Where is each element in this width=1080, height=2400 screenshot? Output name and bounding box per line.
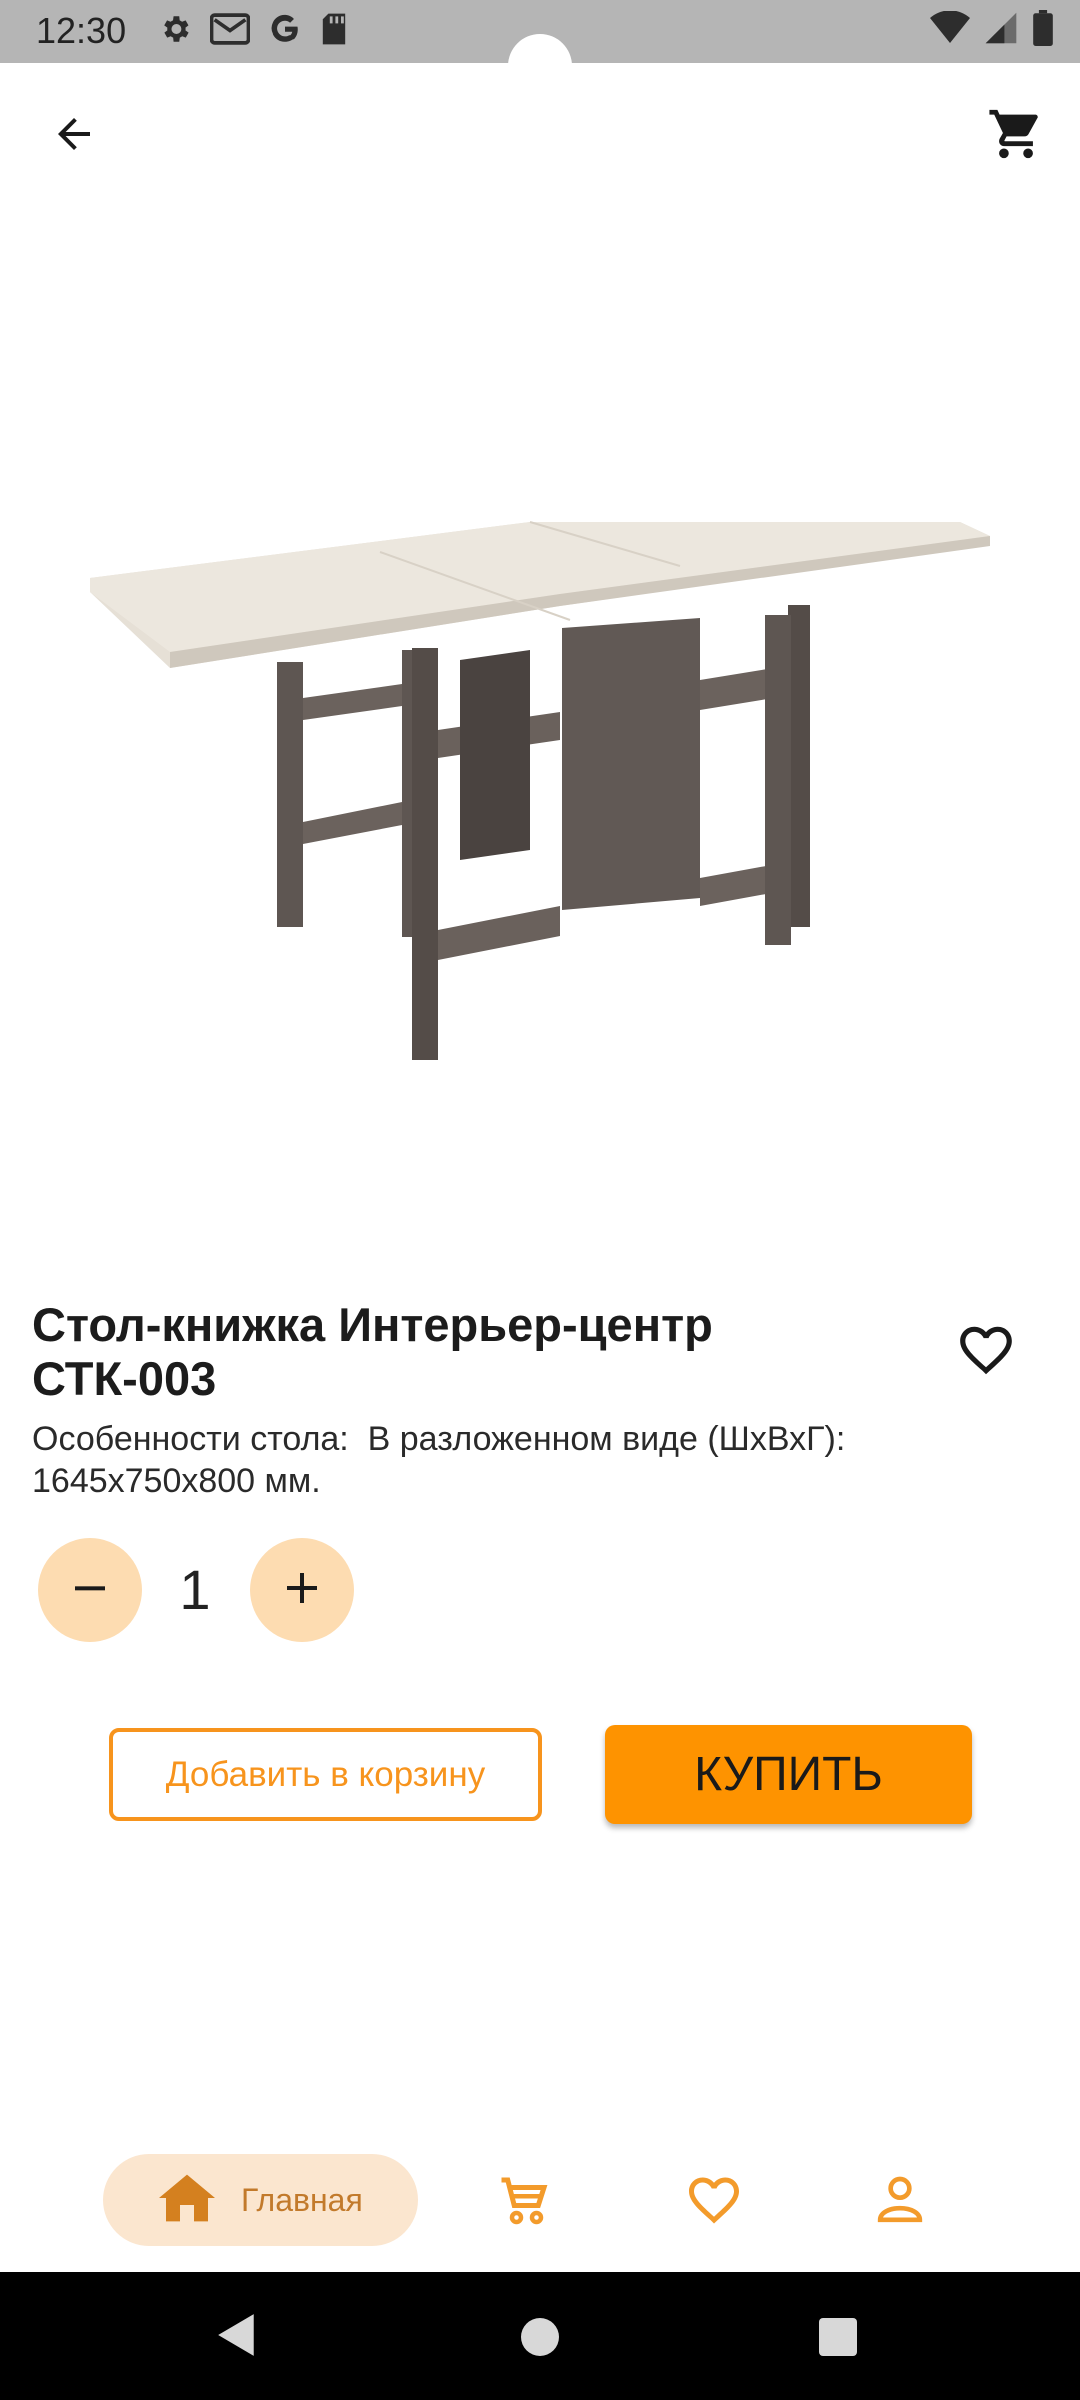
quantity-value: 1 xyxy=(179,1558,211,1621)
nav-item-profile[interactable] xyxy=(868,2170,932,2234)
sd-card-icon xyxy=(320,12,348,51)
quantity-minus-button[interactable] xyxy=(38,1538,142,1642)
cart-button[interactable] xyxy=(978,100,1054,172)
signal-icon xyxy=(984,11,1018,50)
product-title: Стол-книжка Интерьер-центр СТК-003 xyxy=(32,1298,792,1406)
arrow-left-icon xyxy=(50,110,98,163)
camera-notch xyxy=(508,34,572,98)
back-button[interactable] xyxy=(38,100,110,172)
nav-item-favorites[interactable] xyxy=(682,2170,746,2234)
product-title-line2: СТК-003 xyxy=(32,1352,217,1405)
folding-table-image xyxy=(90,521,990,1060)
favorite-button[interactable] xyxy=(950,1316,1022,1388)
product-image xyxy=(60,500,1020,1100)
status-right-icons xyxy=(930,10,1054,51)
gmail-icon xyxy=(209,13,251,50)
profile-icon xyxy=(872,2172,928,2233)
heart-icon xyxy=(684,2170,744,2235)
home-icon xyxy=(159,2172,215,2229)
plus-icon xyxy=(282,1568,322,1613)
description-line2: 1645х750х800 мм. xyxy=(32,1462,321,1500)
cart-icon xyxy=(987,105,1045,168)
settings-icon xyxy=(158,12,192,51)
bottom-navigation: Главная xyxy=(0,2130,1080,2272)
system-back-icon[interactable] xyxy=(216,2312,258,2363)
system-navigation-bar xyxy=(0,2272,1080,2400)
status-left-icons xyxy=(158,12,348,51)
nav-item-cart[interactable] xyxy=(492,2170,556,2234)
nav-item-home[interactable]: Главная xyxy=(103,2154,418,2246)
wifi-icon xyxy=(930,10,970,50)
status-time: 12:30 xyxy=(36,10,127,51)
add-to-cart-button[interactable]: Добавить в корзину xyxy=(109,1728,542,1821)
nav-home-label: Главная xyxy=(241,2181,363,2218)
buy-button[interactable]: КУПИТЬ xyxy=(605,1725,972,1824)
system-home-icon[interactable] xyxy=(521,2318,559,2356)
minus-icon xyxy=(70,1568,110,1613)
product-title-line1: Стол-книжка Интерьер-центр xyxy=(32,1298,713,1351)
cart-icon xyxy=(494,2170,554,2235)
google-icon xyxy=(268,12,302,51)
heart-outline-icon xyxy=(955,1319,1017,1386)
description-line1: Особенности стола: В разложенном виде (Ш… xyxy=(32,1420,846,1458)
quantity-plus-button[interactable] xyxy=(250,1538,354,1642)
product-description: Особенности стола: В разложенном виде (Ш… xyxy=(32,1418,1042,1502)
battery-icon xyxy=(1032,10,1054,51)
system-recents-icon[interactable] xyxy=(819,2318,857,2356)
